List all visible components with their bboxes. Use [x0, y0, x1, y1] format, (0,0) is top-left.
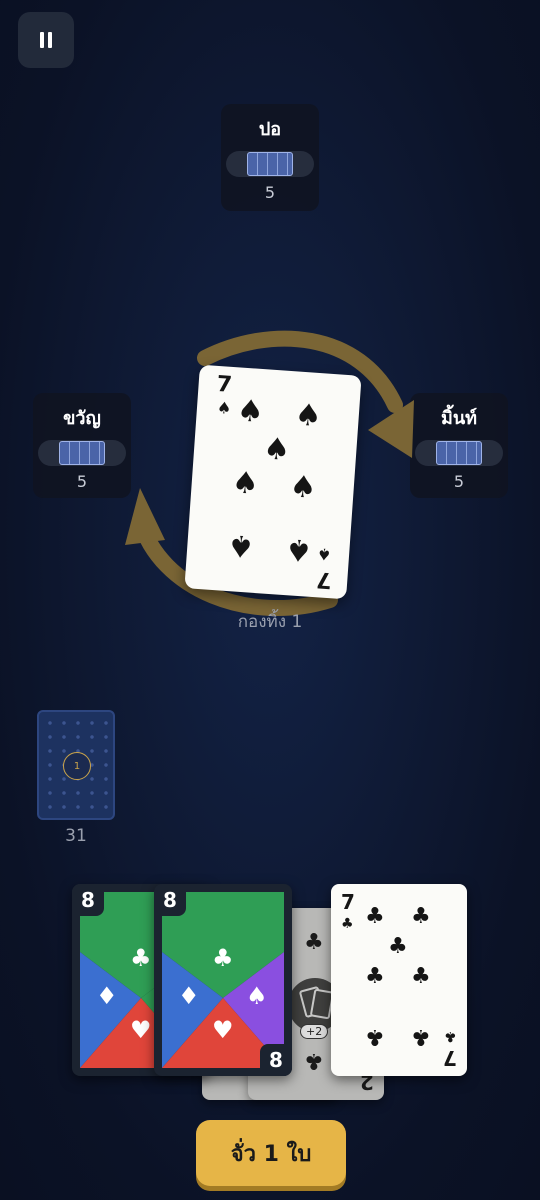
club-pip-icon: ♣	[411, 904, 431, 929]
card-rank: 8	[72, 884, 104, 916]
card-suit-bottom: ♣	[304, 1048, 324, 1073]
club-suit-icon: ♣	[212, 944, 234, 972]
opponent-cards-tray	[38, 440, 126, 466]
club-suit-icon: ♣	[130, 944, 152, 972]
opponent-name: มิ้นท์	[440, 408, 478, 429]
card-suit-bottom: ♠	[316, 544, 332, 565]
card-back-stack-icon	[59, 441, 105, 465]
card-rank: 7	[341, 890, 355, 914]
club-pip-icon: ♣	[365, 964, 385, 989]
draw-pile-count: 31	[65, 826, 87, 846]
club-pip-icon: ♣	[411, 1024, 431, 1049]
card-rank-bottom: 7	[443, 1046, 457, 1070]
pause-icon	[38, 32, 54, 48]
spade-pip-icon: ♠	[262, 431, 292, 469]
card-back-stack-icon	[436, 441, 482, 465]
heart-suit-icon: ♥	[130, 1016, 152, 1044]
hand-card-wild-8[interactable]: 8 ♣ ♦ ♠ ♥ 8	[154, 884, 292, 1076]
draw-card-button[interactable]: จั่ว 1 ใบ	[196, 1120, 346, 1186]
spade-pip-icon: ♠	[235, 393, 265, 431]
pause-button[interactable]	[18, 12, 74, 68]
spade-pip-icon: ♠	[284, 531, 314, 568]
opponent-left: ขวัญ 5	[33, 393, 131, 498]
spade-pip-icon: ♠	[288, 469, 318, 507]
spade-suit-icon: ♠	[246, 982, 268, 1010]
spade-pip-icon: ♠	[226, 527, 256, 564]
card-rank: 8	[154, 884, 186, 916]
club-pip-icon: ♣	[388, 934, 408, 959]
card-back-stack-icon	[247, 152, 293, 176]
draw-pile[interactable]: 1	[37, 710, 115, 820]
discard-top-card: 7 ♠ ♠ ♠ ♠ ♠ ♠ ♠ ♠ ♠ 7	[184, 364, 362, 600]
opponent-top: ปอ 5	[221, 104, 319, 211]
opponent-right: มิ้นท์ 5	[410, 393, 508, 498]
discard-pile-label: กองทิ้ง 1	[237, 612, 303, 632]
opponent-card-count: 5	[453, 472, 465, 491]
card-suit: ♠	[216, 397, 233, 418]
club-pip-icon: ♣	[411, 964, 431, 989]
card-suit: ♣	[304, 930, 324, 955]
draw-two-badge: +2	[300, 1024, 329, 1039]
opponent-name: ปอ	[258, 119, 282, 140]
opponent-card-count: 5	[76, 472, 88, 491]
opponent-cards-tray	[415, 440, 503, 466]
hand-card-7-clubs[interactable]: 7 ♣ ♣ ♣ ♣ ♣ ♣ ♣ ♣ ♣ 7	[331, 884, 467, 1076]
card-rank-bottom: 8	[260, 1044, 292, 1076]
draw-pile-badge: 1	[63, 752, 91, 780]
diamond-suit-icon: ♦	[96, 982, 118, 1010]
card-suit-bottom: ♣	[444, 1028, 457, 1044]
diamond-suit-icon: ♦	[178, 982, 200, 1010]
opponent-name: ขวัญ	[63, 408, 101, 429]
card-rank-bottom: 7	[315, 566, 333, 593]
card-suit: ♣	[341, 916, 354, 932]
club-pip-icon: ♣	[365, 1024, 385, 1049]
spade-pip-icon: ♠	[293, 397, 323, 435]
spade-pip-icon: ♠	[230, 465, 260, 502]
opponent-cards-tray	[226, 151, 314, 177]
club-pip-icon: ♣	[365, 904, 385, 929]
heart-suit-icon: ♥	[212, 1016, 234, 1044]
opponent-card-count: 5	[264, 183, 276, 202]
card-rank: 7	[215, 371, 233, 398]
